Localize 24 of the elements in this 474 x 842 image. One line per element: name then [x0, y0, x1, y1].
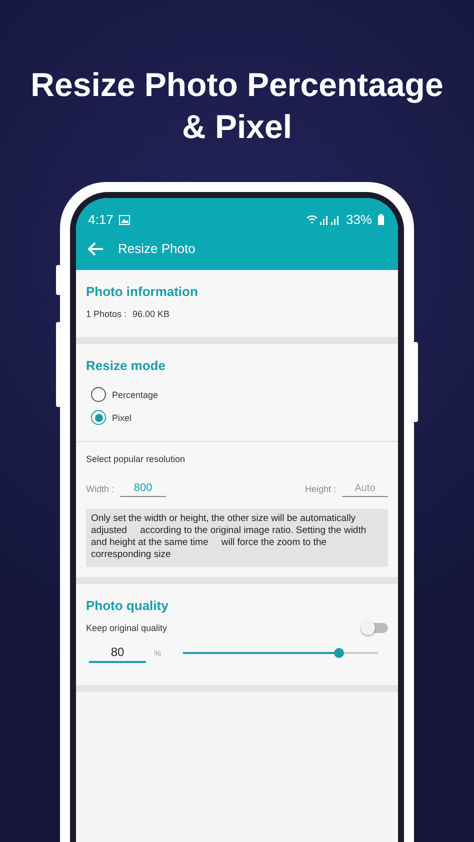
- toggle-switch[interactable]: [364, 623, 388, 633]
- signal-icon: [306, 214, 340, 224]
- battery-percent: 33%: [346, 212, 372, 227]
- headline: Resize Photo Percentaage & Pixel: [30, 65, 444, 147]
- battery-icon: [378, 214, 384, 225]
- status-time: 4:17: [88, 212, 114, 227]
- radio-option[interactable]: Pixel: [91, 410, 383, 425]
- height-label: Height :: [304, 484, 336, 494]
- quality-field[interactable]: 80: [89, 643, 146, 663]
- keep-quality-label: Keep original quality: [86, 623, 168, 633]
- section-title: Resize mode: [86, 358, 166, 373]
- radio-option[interactable]: Percentage: [91, 387, 383, 402]
- width-label: Width :: [86, 484, 114, 494]
- height-field[interactable]: Auto: [342, 480, 388, 496]
- screen-title: Resize Photo: [118, 241, 196, 256]
- section-title: Photo information: [86, 284, 199, 299]
- image-icon: [119, 214, 130, 224]
- info-note: Only set the width or height, the other size will be automatically adjusted according to the original image ratio. Setting the width and height at the same time will force the zoom to the corresponding size: [86, 509, 388, 567]
- photos-label: 1 Photos :: [86, 309, 127, 319]
- section-title: Photo quality: [86, 598, 170, 613]
- percent-unit: %: [154, 648, 162, 658]
- resolution-label: Select popular resolution: [86, 454, 186, 464]
- back-icon[interactable]: [88, 242, 104, 256]
- file-size: 96.00 KB: [132, 309, 170, 319]
